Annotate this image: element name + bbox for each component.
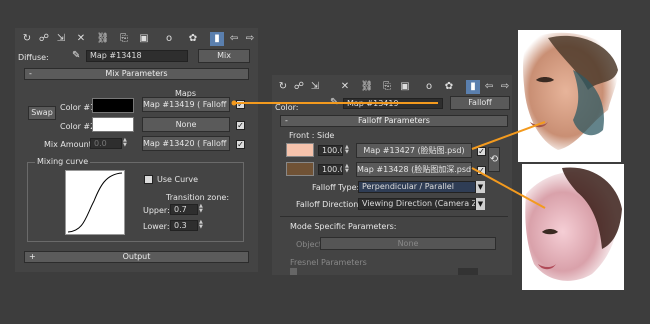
- connector-side-to-preview: [471, 167, 546, 209]
- connector-dot: [231, 100, 237, 106]
- connector-lines: [231, 100, 546, 209]
- connector-front-to-preview: [471, 121, 546, 150]
